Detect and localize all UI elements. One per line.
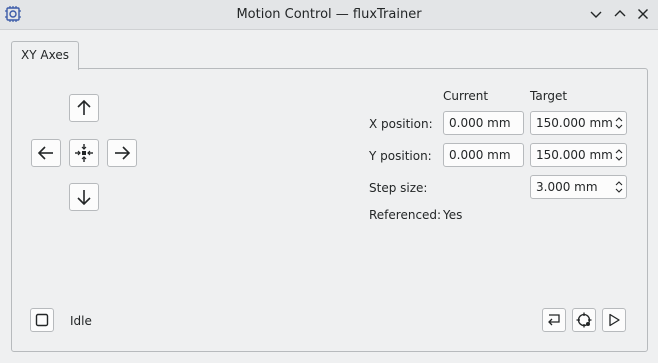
reference-target-icon <box>576 312 592 328</box>
spin-arrows-icon[interactable] <box>612 144 626 166</box>
tab-xy-axes[interactable]: XY Axes <box>11 41 79 70</box>
referenced-label: Referenced: <box>369 208 442 222</box>
spin-arrows-icon[interactable] <box>612 176 626 198</box>
x-current-field: 0.000 mm <box>443 111 524 135</box>
stop-button[interactable] <box>30 308 54 332</box>
x-target-spinbox[interactable]: 150.000 mm <box>530 111 627 135</box>
current-header: Current <box>443 89 489 103</box>
return-button[interactable] <box>542 308 566 332</box>
reference-button[interactable] <box>572 308 596 332</box>
arrow-left-icon <box>37 146 53 160</box>
spin-arrows-icon[interactable] <box>612 112 626 134</box>
jog-down-button[interactable] <box>69 183 99 211</box>
stop-icon <box>35 313 49 327</box>
arrow-up-icon <box>77 99 91 115</box>
home-center-icon <box>75 144 93 162</box>
arrow-down-icon <box>77 190 91 206</box>
jog-left-button[interactable] <box>31 139 61 167</box>
jog-up-button[interactable] <box>69 94 99 122</box>
status-text: Idle <box>70 314 92 328</box>
y-target-value: 150.000 mm <box>536 148 613 162</box>
y-position-label: Y position: <box>369 149 432 163</box>
x-target-value: 150.000 mm <box>536 116 613 130</box>
close-icon[interactable] <box>635 6 651 22</box>
step-size-label: Step size: <box>369 181 428 195</box>
maximize-icon[interactable] <box>612 6 628 22</box>
step-size-spinbox[interactable]: 3.000 mm <box>530 175 627 199</box>
jog-right-button[interactable] <box>107 139 137 167</box>
minimize-icon[interactable] <box>588 6 604 22</box>
arrow-right-icon <box>115 146 131 160</box>
y-current-value: 0.000 mm <box>449 148 511 162</box>
return-icon <box>548 314 560 326</box>
x-current-value: 0.000 mm <box>449 116 511 130</box>
start-button[interactable] <box>602 308 626 332</box>
jog-home-button[interactable] <box>69 139 99 167</box>
referenced-value: Yes <box>443 208 463 222</box>
x-position-label: X position: <box>369 117 433 131</box>
y-current-field: 0.000 mm <box>443 143 524 167</box>
title-bar: Motion Control — fluxTrainer <box>0 0 658 30</box>
step-size-value: 3.000 mm <box>536 180 598 194</box>
window-title: Motion Control — fluxTrainer <box>236 7 422 22</box>
play-icon <box>609 313 620 327</box>
target-header: Target <box>530 89 568 103</box>
tab-label: XY Axes <box>21 48 69 62</box>
y-target-spinbox[interactable]: 150.000 mm <box>530 143 627 167</box>
